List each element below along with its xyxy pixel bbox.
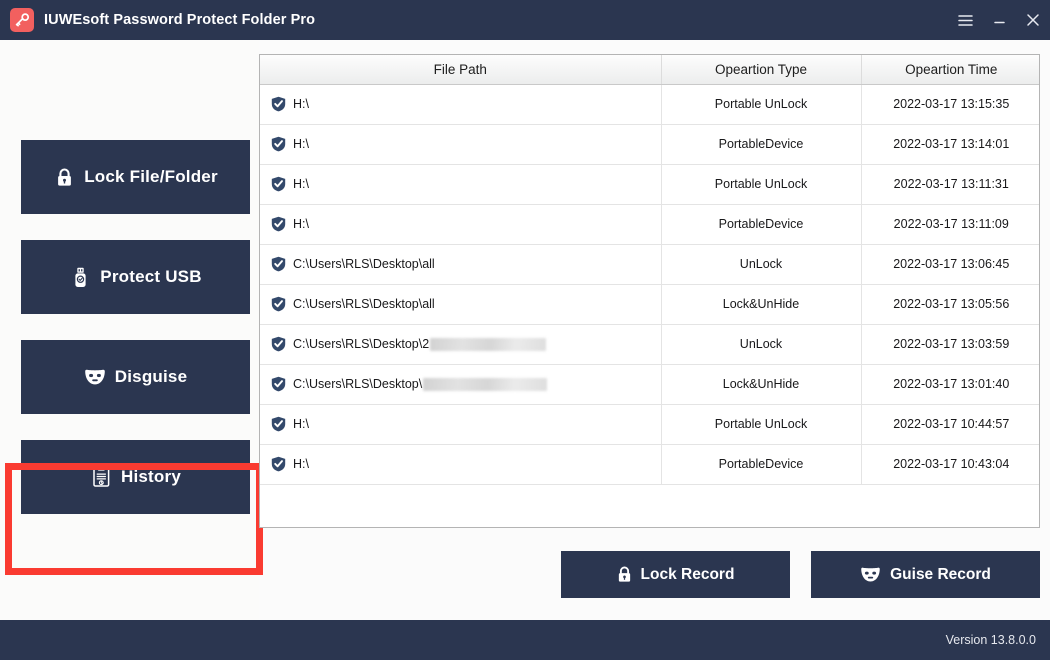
guise-record-label: Guise Record bbox=[890, 565, 991, 583]
cell-file-path: C:\Users\RLS\Desktop\all bbox=[260, 244, 662, 285]
table-row[interactable]: H:\ Portable UnLock 2022-03-17 10:44:57 bbox=[260, 404, 1039, 445]
usb-drive-icon bbox=[69, 267, 91, 288]
file-path-text: C:\Users\RLS\Desktop\all bbox=[293, 257, 435, 271]
minimize-icon[interactable] bbox=[982, 0, 1016, 40]
title-bar: IUWEsoft Password Protect Folder Pro bbox=[0, 0, 1050, 40]
key-icon bbox=[10, 8, 34, 32]
table-row[interactable]: H:\ Portable UnLock 2022-03-17 13:15:35 bbox=[260, 84, 1039, 125]
file-path-text: H:\ bbox=[293, 217, 309, 231]
cell-operation-time: 2022-03-17 13:06:45 bbox=[861, 244, 1039, 285]
redacted-path-segment bbox=[423, 377, 548, 391]
history-table-container: File Path Opeartion Type Opeartion Time … bbox=[259, 54, 1040, 528]
shield-check-icon bbox=[271, 416, 286, 432]
lock-record-label: Lock Record bbox=[640, 565, 735, 583]
table-row[interactable]: H:\ Portable UnLock 2022-03-17 13:11:31 bbox=[260, 164, 1039, 205]
cell-operation-time: 2022-03-17 13:14:01 bbox=[861, 124, 1039, 165]
column-header-operation-type[interactable]: Opeartion Type bbox=[661, 55, 862, 85]
sidebar: Lock File/Folder Protect USB Disguise Hi… bbox=[0, 40, 263, 620]
cell-operation-time: 2022-03-17 10:44:57 bbox=[861, 404, 1039, 445]
sidebar-item-label: Disguise bbox=[114, 367, 188, 386]
table-row[interactable]: C:\Users\RLS\Desktop\all UnLock 2022-03-17… bbox=[260, 244, 1039, 285]
cell-file-path: C:\Users\RLS\Desktop\ bbox=[260, 364, 662, 405]
cell-file-path: C:\Users\RLS\Desktop\all bbox=[260, 284, 662, 325]
sidebar-item-lock-file-folder[interactable]: Lock File/Folder bbox=[21, 140, 250, 214]
cell-operation-time: 2022-03-17 13:11:31 bbox=[861, 164, 1039, 205]
cell-operation-type: Lock&UnHide bbox=[661, 364, 862, 405]
cell-operation-type: Portable UnLock bbox=[661, 404, 862, 445]
cell-operation-type: Portable UnLock bbox=[661, 164, 862, 205]
footer-bar: Version 13.8.0.0 bbox=[0, 620, 1050, 660]
mask-icon bbox=[860, 566, 881, 583]
close-icon[interactable] bbox=[1016, 0, 1050, 40]
table-row[interactable]: C:\Users\RLS\Desktop\all Lock&UnHide 2022-… bbox=[260, 284, 1039, 325]
cell-operation-time: 2022-03-17 13:11:09 bbox=[861, 204, 1039, 245]
cell-operation-type: PortableDevice bbox=[661, 204, 862, 245]
file-path-text: H:\ bbox=[293, 97, 309, 111]
sidebar-item-disguise[interactable]: Disguise bbox=[21, 340, 250, 414]
cell-operation-time: 2022-03-17 13:05:56 bbox=[861, 284, 1039, 325]
file-path-text: C:\Users\RLS\Desktop\ bbox=[293, 377, 423, 391]
cell-operation-type: UnLock bbox=[661, 244, 862, 285]
shield-check-icon bbox=[271, 376, 286, 392]
table-row[interactable]: H:\ PortableDevice 2022-03-17 13:11:09 bbox=[260, 204, 1039, 245]
cell-operation-type: UnLock bbox=[661, 324, 862, 365]
cell-operation-time: 2022-03-17 10:43:04 bbox=[861, 444, 1039, 485]
cell-file-path: H:\ bbox=[260, 124, 662, 165]
window-title: IUWEsoft Password Protect Folder Pro bbox=[44, 12, 316, 28]
cell-operation-time: 2022-03-17 13:03:59 bbox=[861, 324, 1039, 365]
cell-file-path: C:\Users\RLS\Desktop\2 bbox=[260, 324, 662, 365]
table-row[interactable]: H:\ PortableDevice 2022-03-17 10:43:04 bbox=[260, 444, 1039, 485]
sidebar-item-label: Protect USB bbox=[100, 267, 202, 286]
cell-operation-type: PortableDevice bbox=[661, 444, 862, 485]
application-window: IUWEsoft Password Protect Folder Pro Loc… bbox=[0, 0, 1050, 660]
column-header-file-path[interactable]: File Path bbox=[260, 55, 662, 85]
cell-file-path: H:\ bbox=[260, 404, 662, 445]
file-path-text: H:\ bbox=[293, 417, 309, 431]
file-path-text: C:\Users\RLS\Desktop\all bbox=[293, 297, 435, 311]
table-header-row: File Path Opeartion Type Opeartion Time bbox=[260, 55, 1039, 85]
cell-file-path: H:\ bbox=[260, 164, 662, 205]
sidebar-item-label: History bbox=[121, 467, 181, 486]
table-row[interactable]: C:\Users\RLS\Desktop\ Lock&UnHide 2022-03-… bbox=[260, 364, 1039, 405]
shield-check-icon bbox=[271, 176, 286, 192]
sidebar-item-protect-usb[interactable]: Protect USB bbox=[21, 240, 250, 314]
table-row[interactable]: C:\Users\RLS\Desktop\2 UnLock 2022-03-17 1… bbox=[260, 324, 1039, 365]
redacted-path-segment bbox=[430, 337, 547, 351]
clipboard-icon bbox=[90, 467, 112, 487]
shield-check-icon bbox=[271, 456, 286, 472]
file-path-text: H:\ bbox=[293, 137, 309, 151]
table-header: File Path Opeartion Type Opeartion Time bbox=[260, 55, 1039, 85]
shield-check-icon bbox=[271, 96, 286, 112]
shield-check-icon bbox=[271, 256, 286, 272]
window-controls bbox=[948, 0, 1050, 40]
file-path-text: H:\ bbox=[293, 177, 309, 191]
cell-operation-time: 2022-03-17 13:15:35 bbox=[861, 84, 1039, 125]
version-label: Version 13.8.0.0 bbox=[945, 633, 1036, 647]
sidebar-item-label: Lock File/Folder bbox=[84, 167, 218, 186]
hamburger-menu-icon[interactable] bbox=[948, 0, 982, 40]
shield-check-icon bbox=[271, 136, 286, 152]
cell-operation-time: 2022-03-17 13:01:40 bbox=[861, 364, 1039, 405]
history-table: File Path Opeartion Type Opeartion Time … bbox=[260, 55, 1039, 485]
table-body: H:\ Portable UnLock 2022-03-17 13:15:35 H:\… bbox=[260, 84, 1039, 485]
cell-operation-type: Portable UnLock bbox=[661, 84, 862, 125]
cell-operation-type: Lock&UnHide bbox=[661, 284, 862, 325]
lock-record-button[interactable]: Lock Record bbox=[561, 551, 790, 598]
table-row[interactable]: H:\ PortableDevice 2022-03-17 13:14:01 bbox=[260, 124, 1039, 165]
column-header-operation-time[interactable]: Opeartion Time bbox=[861, 55, 1039, 85]
mask-icon bbox=[84, 368, 106, 386]
lock-icon bbox=[53, 167, 75, 187]
file-path-text: C:\Users\RLS\Desktop\2 bbox=[293, 337, 430, 351]
guise-record-button[interactable]: Guise Record bbox=[811, 551, 1040, 598]
cell-file-path: H:\ bbox=[260, 444, 662, 485]
shield-check-icon bbox=[271, 296, 286, 312]
cell-file-path: H:\ bbox=[260, 84, 662, 125]
cell-operation-type: PortableDevice bbox=[661, 124, 862, 165]
sidebar-item-history[interactable]: History bbox=[21, 440, 250, 514]
shield-check-icon bbox=[271, 216, 286, 232]
shield-check-icon bbox=[271, 336, 286, 352]
cell-file-path: H:\ bbox=[260, 204, 662, 245]
lock-icon bbox=[617, 566, 632, 583]
file-path-text: H:\ bbox=[293, 457, 309, 471]
